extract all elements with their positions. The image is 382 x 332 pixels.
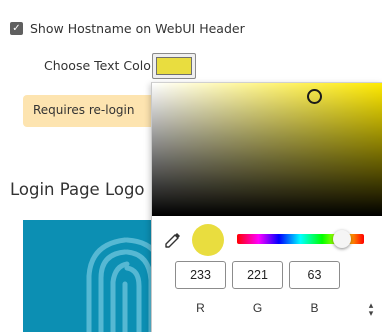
red-channel-label: R — [196, 301, 205, 315]
red-channel-input[interactable]: 233 — [175, 261, 226, 289]
green-channel-input[interactable]: 221 — [232, 261, 283, 289]
relogin-notice-text: Requires re-login — [33, 103, 135, 117]
hue-slider-thumb[interactable] — [333, 230, 352, 248]
saturation-value-area[interactable] — [152, 83, 382, 216]
color-picker-popup: 233 221 63 R G B ▴ ▾ — [151, 82, 382, 332]
text-color-label: Choose Text Color — [44, 58, 157, 73]
show-hostname-option[interactable]: ✓ Show Hostname on WebUI Header — [10, 20, 245, 36]
green-channel-label: G — [252, 301, 263, 315]
text-color-button[interactable] — [152, 53, 196, 79]
saturation-value-cursor[interactable] — [307, 89, 322, 104]
show-hostname-checkbox[interactable]: ✓ — [10, 21, 23, 35]
blue-channel-label: B — [310, 301, 319, 315]
color-preview-circle — [192, 224, 224, 256]
blue-channel-input[interactable]: 63 — [289, 261, 340, 289]
eyedropper-icon[interactable] — [164, 231, 182, 249]
swap-vertical-icon[interactable]: ▴ ▾ — [365, 298, 377, 319]
text-color-swatch — [156, 57, 192, 75]
show-hostname-label: Show Hostname on WebUI Header — [30, 20, 245, 36]
login-logo-heading: Login Page Logo Im — [10, 180, 160, 199]
